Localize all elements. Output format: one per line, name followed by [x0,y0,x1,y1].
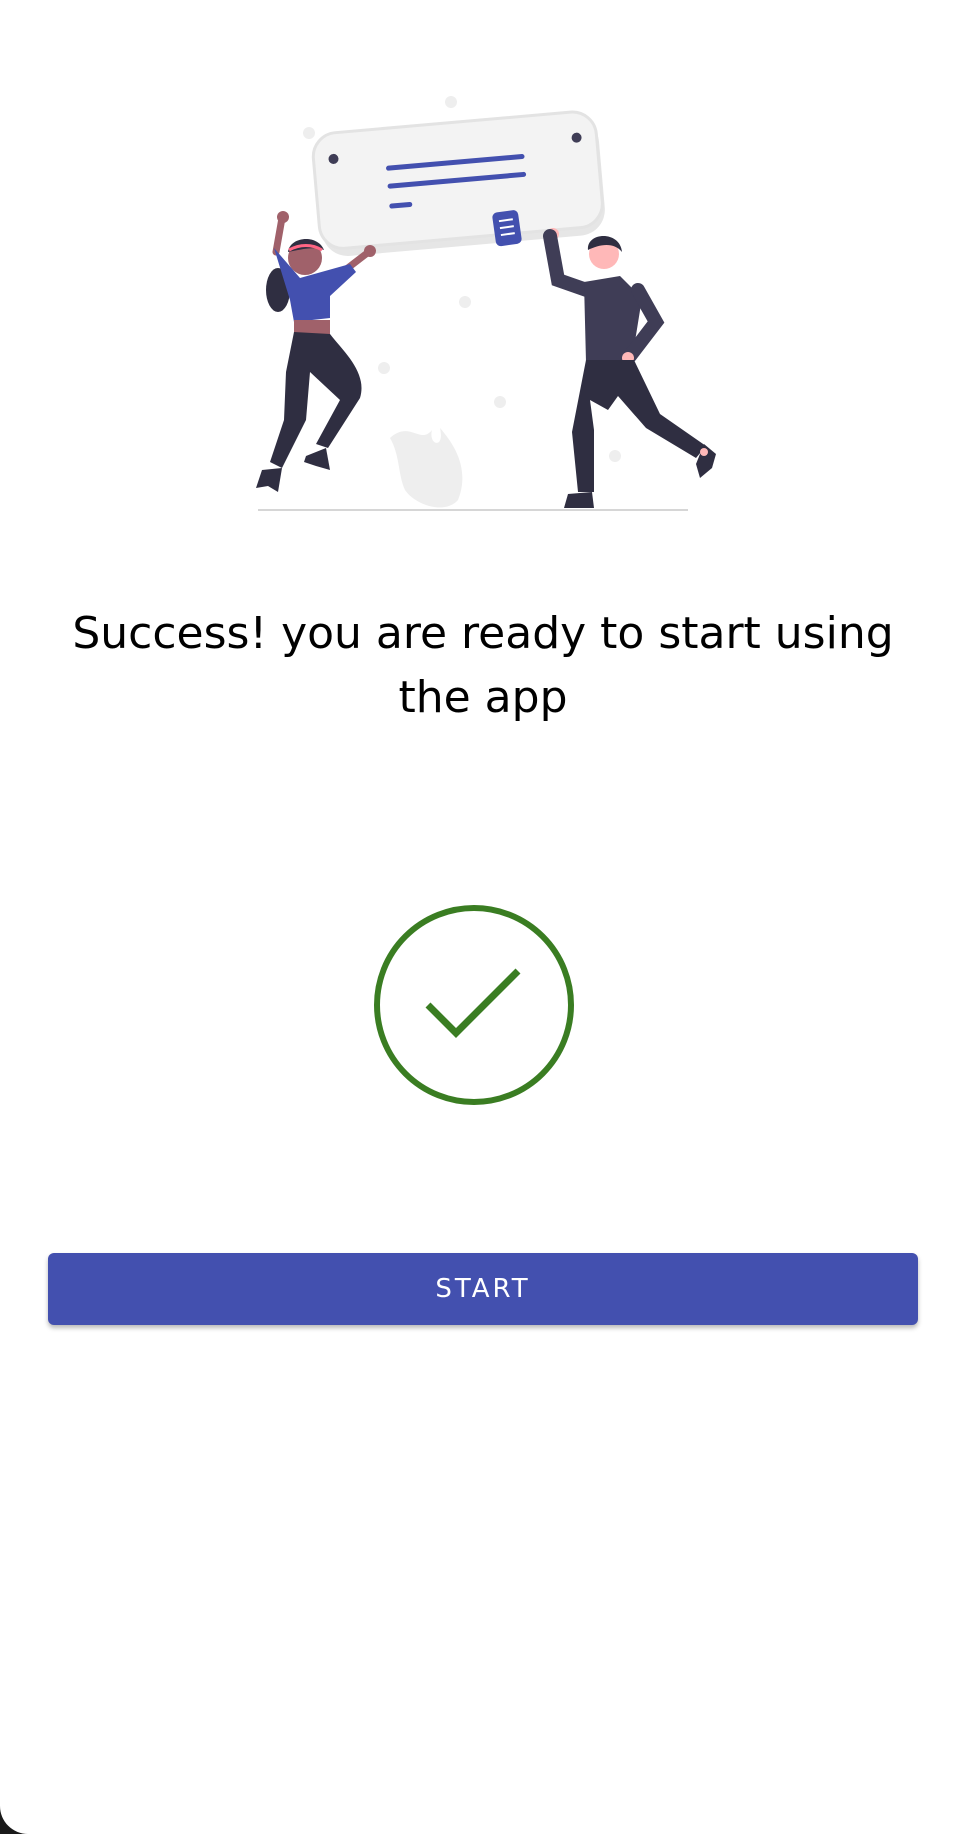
success-message: Success! you are ready to start using th… [72,608,894,723]
man-figure [543,228,716,508]
check-circle-icon [374,905,574,1105]
success-screen: Success! you are ready to start using th… [0,0,966,1834]
celebration-illustration [256,96,716,511]
start-button[interactable]: START [48,1253,918,1325]
